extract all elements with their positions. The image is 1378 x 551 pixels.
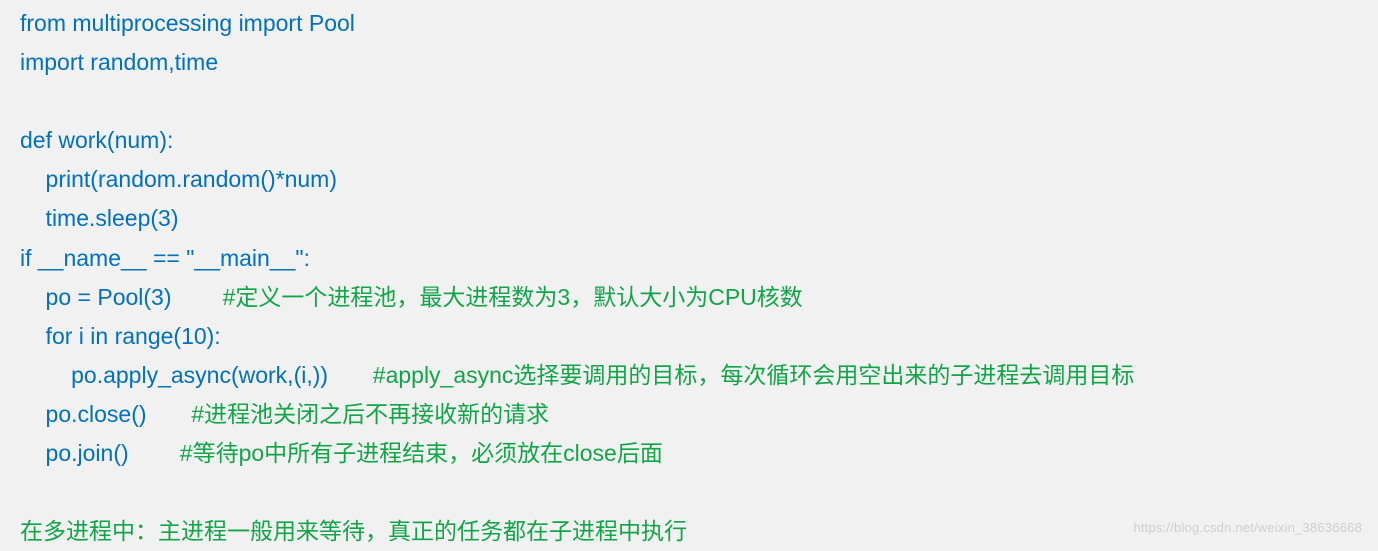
code-text: po.apply_async(work,(i,)) xyxy=(20,362,373,388)
code-text: po = Pool(3) xyxy=(20,284,223,310)
blank-line xyxy=(20,473,1358,512)
comment-text: #定义一个进程池，最大进程数为3，默认大小为CPU核数 xyxy=(223,284,803,310)
code-line-join: po.join() #等待po中所有子进程结束，必须放在close后面 xyxy=(20,434,1358,473)
code-line-sleep: time.sleep(3) xyxy=(20,199,1358,238)
code-line-print: print(random.random()*num) xyxy=(20,160,1358,199)
watermark-text: https://blog.csdn.net/weixin_38636668 xyxy=(1133,517,1362,539)
code-text: po.join() xyxy=(20,440,180,466)
code-line-for: for i in range(10): xyxy=(20,317,1358,356)
code-line-close: po.close() #进程池关闭之后不再接收新的请求 xyxy=(20,395,1358,434)
code-line-import-random-time: import random,time xyxy=(20,43,1358,82)
code-line-apply-async: po.apply_async(work,(i,)) #apply_async选择… xyxy=(20,356,1358,395)
code-line-pool: po = Pool(3) #定义一个进程池，最大进程数为3，默认大小为CPU核数 xyxy=(20,278,1358,317)
code-text: po.close() xyxy=(20,401,191,427)
code-line-import-pool: from multiprocessing import Pool xyxy=(20,4,1358,43)
code-line-def-work: def work(num): xyxy=(20,121,1358,160)
comment-text: #等待po中所有子进程结束，必须放在close后面 xyxy=(180,440,663,466)
blank-line xyxy=(20,82,1358,121)
comment-text: #apply_async选择要调用的目标，每次循环会用空出来的子进程去调用目标 xyxy=(373,362,1135,388)
code-line-if-main: if __name__ == "__main__": xyxy=(20,239,1358,278)
code-block: from multiprocessing import Pool import … xyxy=(20,4,1358,551)
comment-text: #进程池关闭之后不再接收新的请求 xyxy=(191,401,549,427)
